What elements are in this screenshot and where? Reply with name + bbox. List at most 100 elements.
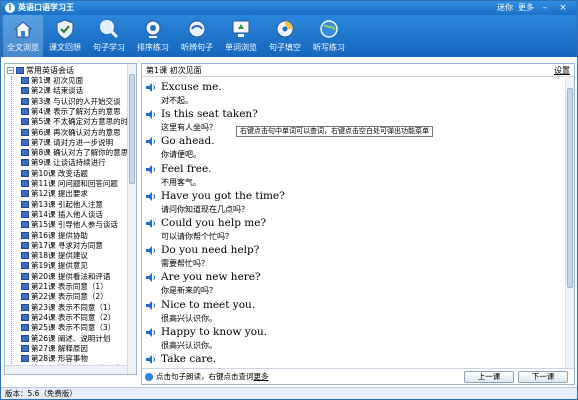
sentence-item[interactable]: Have you got the time? 请问你知道现在几点吗？	[146, 190, 546, 218]
hint-line: 点击句子朗读，右键点击查词更多	[156, 372, 269, 382]
lesson-icon	[21, 272, 29, 280]
sentence-english[interactable]: Is this seat taken?	[161, 108, 258, 121]
tree-item[interactable]: 第1课 初次见面	[21, 76, 83, 86]
tree-item[interactable]: 第3课 与认识的人开始交谈	[21, 97, 121, 107]
prev-lesson-button[interactable]: 上一课	[464, 371, 514, 383]
sentence-english[interactable]: Take care.	[161, 353, 216, 366]
tree-item-label: 第21课 表示同意（1）	[31, 282, 108, 291]
content-scroll-thumb[interactable]	[567, 88, 573, 288]
toolbar-dictation-practice[interactable]: 听写练习	[309, 15, 349, 57]
tree-item[interactable]: 第15课 引导他人参与谈话	[21, 220, 118, 230]
main-toolbar: 全文浏览 课文回想 句子学习 排序练习 听辨句子 单词浏览 句子填空 听写练习	[1, 15, 577, 57]
sentence-english[interactable]: Could you help me?	[161, 217, 266, 230]
more-link[interactable]: 更多	[518, 2, 534, 14]
tree-item-label: 第8课 确认对方了解你的意思	[31, 148, 129, 158]
hint-more-link[interactable]: 更多	[254, 372, 269, 381]
tree-item[interactable]: 第27课 解释原因	[21, 344, 88, 354]
tree-item[interactable]: 第22课 表示同意（2）	[21, 292, 108, 302]
tree-item[interactable]: 第9课 让谈话持续进行	[21, 158, 106, 168]
sentence-item[interactable]: Happy to know you. 很高兴认识你。	[146, 326, 546, 354]
sentence-chinese: 你是新来的吗？	[161, 286, 217, 296]
tree-horizontal-scrollbar[interactable]	[5, 365, 127, 374]
tree-scroll-thumb[interactable]	[129, 74, 135, 184]
mini-mode-link[interactable]: 迷你	[497, 2, 513, 14]
content-header: 第1课 初次见面 设置	[142, 64, 574, 77]
tree-item[interactable]: 第13课 引起他人注意	[21, 200, 103, 210]
speaker-icon[interactable]	[146, 273, 156, 283]
sentence-english[interactable]: Go ahead.	[161, 135, 215, 148]
tree-item[interactable]: 第11课 问问题和回答问题	[21, 179, 118, 189]
lesson-content-panel: 第1课 初次见面 设置 Excuse me. 对不起。 Is this seat t…	[141, 63, 575, 385]
lesson-icon	[21, 200, 29, 208]
speaker-icon[interactable]	[146, 110, 156, 120]
settings-link[interactable]: 设置	[554, 66, 570, 76]
sentence-english[interactable]: Happy to know you.	[161, 326, 267, 339]
tree-item-label: 第2课 结束谈话	[31, 86, 84, 96]
lesson-icon	[21, 128, 29, 136]
sentence-item[interactable]: Feel free. 不用客气。	[146, 163, 546, 191]
sentence-item[interactable]: Go ahead. 你请便吧。	[146, 135, 546, 163]
sentence-english[interactable]: Do you need help?	[161, 244, 259, 257]
speaker-icon[interactable]	[146, 191, 156, 201]
speaker-icon[interactable]	[146, 300, 156, 310]
sentence-english[interactable]: Nice to meet you.	[161, 299, 255, 312]
tree-item[interactable]: 第20课 提供看法和评语	[21, 272, 110, 282]
sentence-item[interactable]: Are you new here? 你是新来的吗？	[146, 271, 546, 299]
tree-item[interactable]: 第12课 提出要求	[21, 189, 88, 199]
minimize-button[interactable]: –	[539, 2, 551, 14]
app-window: i 英语口语学习王 迷你 更多 – × 全文浏览 课文回想 句子学习 排序练习 …	[0, 0, 578, 400]
tree-item[interactable]: 第5课 不太确定对方意思的时	[21, 117, 128, 127]
sentence-item[interactable]: Nice to meet you. 很高兴认识你。	[146, 299, 546, 327]
sentence-english[interactable]: Have you got the time?	[161, 190, 285, 203]
tree-item[interactable]: 第2课 结束谈话	[21, 86, 83, 96]
sentence-item[interactable]: Do you need help? 需要帮忙吗？	[146, 244, 546, 272]
speaker-icon[interactable]	[146, 219, 156, 228]
speaker-icon[interactable]	[146, 327, 156, 337]
toolbar-sentence-fill[interactable]: 句子填空	[265, 15, 305, 57]
tree-item-label: 第25课 表示不同意（3）	[31, 323, 116, 333]
toolbar-sentence-study[interactable]: 句子学习	[89, 15, 129, 57]
sentence-english[interactable]: Excuse me.	[161, 81, 222, 94]
speaker-icon[interactable]	[146, 246, 156, 256]
tree-root[interactable]: − 常用英语会话	[7, 66, 74, 76]
collapse-icon[interactable]: −	[7, 67, 14, 74]
lesson-title: 第1课 初次见面	[146, 66, 202, 75]
toolbar-word-browse[interactable]: 单词浏览	[221, 15, 261, 57]
toolbar-sort-practice[interactable]: 排序练习	[133, 15, 173, 57]
sentence-item[interactable]: Could you help me? 可以请你帮个忙吗？	[146, 217, 546, 245]
tree-item[interactable]: 第7课 请对方进一步说明	[21, 138, 113, 148]
toolbar-listen-sentence[interactable]: 听辨句子	[177, 15, 217, 57]
tree-item[interactable]: 第23课 表示不同意（1）	[21, 303, 115, 313]
tree-item[interactable]: 第8课 确认对方了解你的意思	[21, 148, 128, 158]
tree-item[interactable]: 第17课 寻求对方同意	[21, 241, 103, 251]
tree-item[interactable]: 第18课 提供建议	[21, 251, 88, 261]
tree-item[interactable]: 第10课 改变话题	[21, 169, 88, 179]
toolbar-text-recall[interactable]: 课文回想	[45, 15, 85, 57]
tree-item[interactable]: 第24课 表示不同意（2）	[21, 313, 115, 323]
sentence-english[interactable]: Are you new here?	[161, 271, 261, 284]
speaker-icon[interactable]	[146, 83, 156, 92]
tree-item-label: 第15课 引导他人参与谈话	[31, 220, 118, 230]
tree-item[interactable]: 第14课 插入他人谈话	[21, 210, 103, 220]
speaker-icon[interactable]	[146, 164, 156, 174]
tree-item[interactable]: 第26课 阐述、说明计划	[21, 334, 110, 344]
sentence-english[interactable]: Feel free.	[161, 163, 212, 176]
tree-item[interactable]: 第25课 表示不同意（3）	[21, 323, 115, 333]
close-button[interactable]: ×	[557, 2, 569, 14]
speaker-icon[interactable]	[146, 355, 156, 364]
content-vertical-scrollbar[interactable]	[565, 78, 574, 368]
sentence-item[interactable]: Excuse me. 对不起。	[146, 81, 546, 109]
tree-item[interactable]: 第4课 表示了解对方的意思	[21, 107, 121, 117]
tree-item[interactable]: 第16课 提供协助	[21, 231, 88, 241]
tree-item[interactable]: 第21课 表示同意（1）	[21, 282, 108, 292]
lesson-icon	[21, 262, 29, 270]
toolbar-full-text-browse[interactable]: 全文浏览	[3, 15, 43, 57]
tree-vertical-scrollbar[interactable]	[127, 64, 136, 374]
app-logo-icon: i	[5, 3, 15, 13]
tree-item[interactable]: 第6课 再次确认对方的意思	[21, 128, 121, 138]
tree-item[interactable]: 第28课 形容事物	[21, 354, 88, 364]
tree-item[interactable]: 第19课 提供意见	[21, 261, 88, 271]
sentence-chinese: 可以请你帮个忙吗？	[161, 232, 233, 241]
next-lesson-button[interactable]: 下一课	[518, 371, 568, 383]
speaker-icon[interactable]	[146, 137, 156, 147]
